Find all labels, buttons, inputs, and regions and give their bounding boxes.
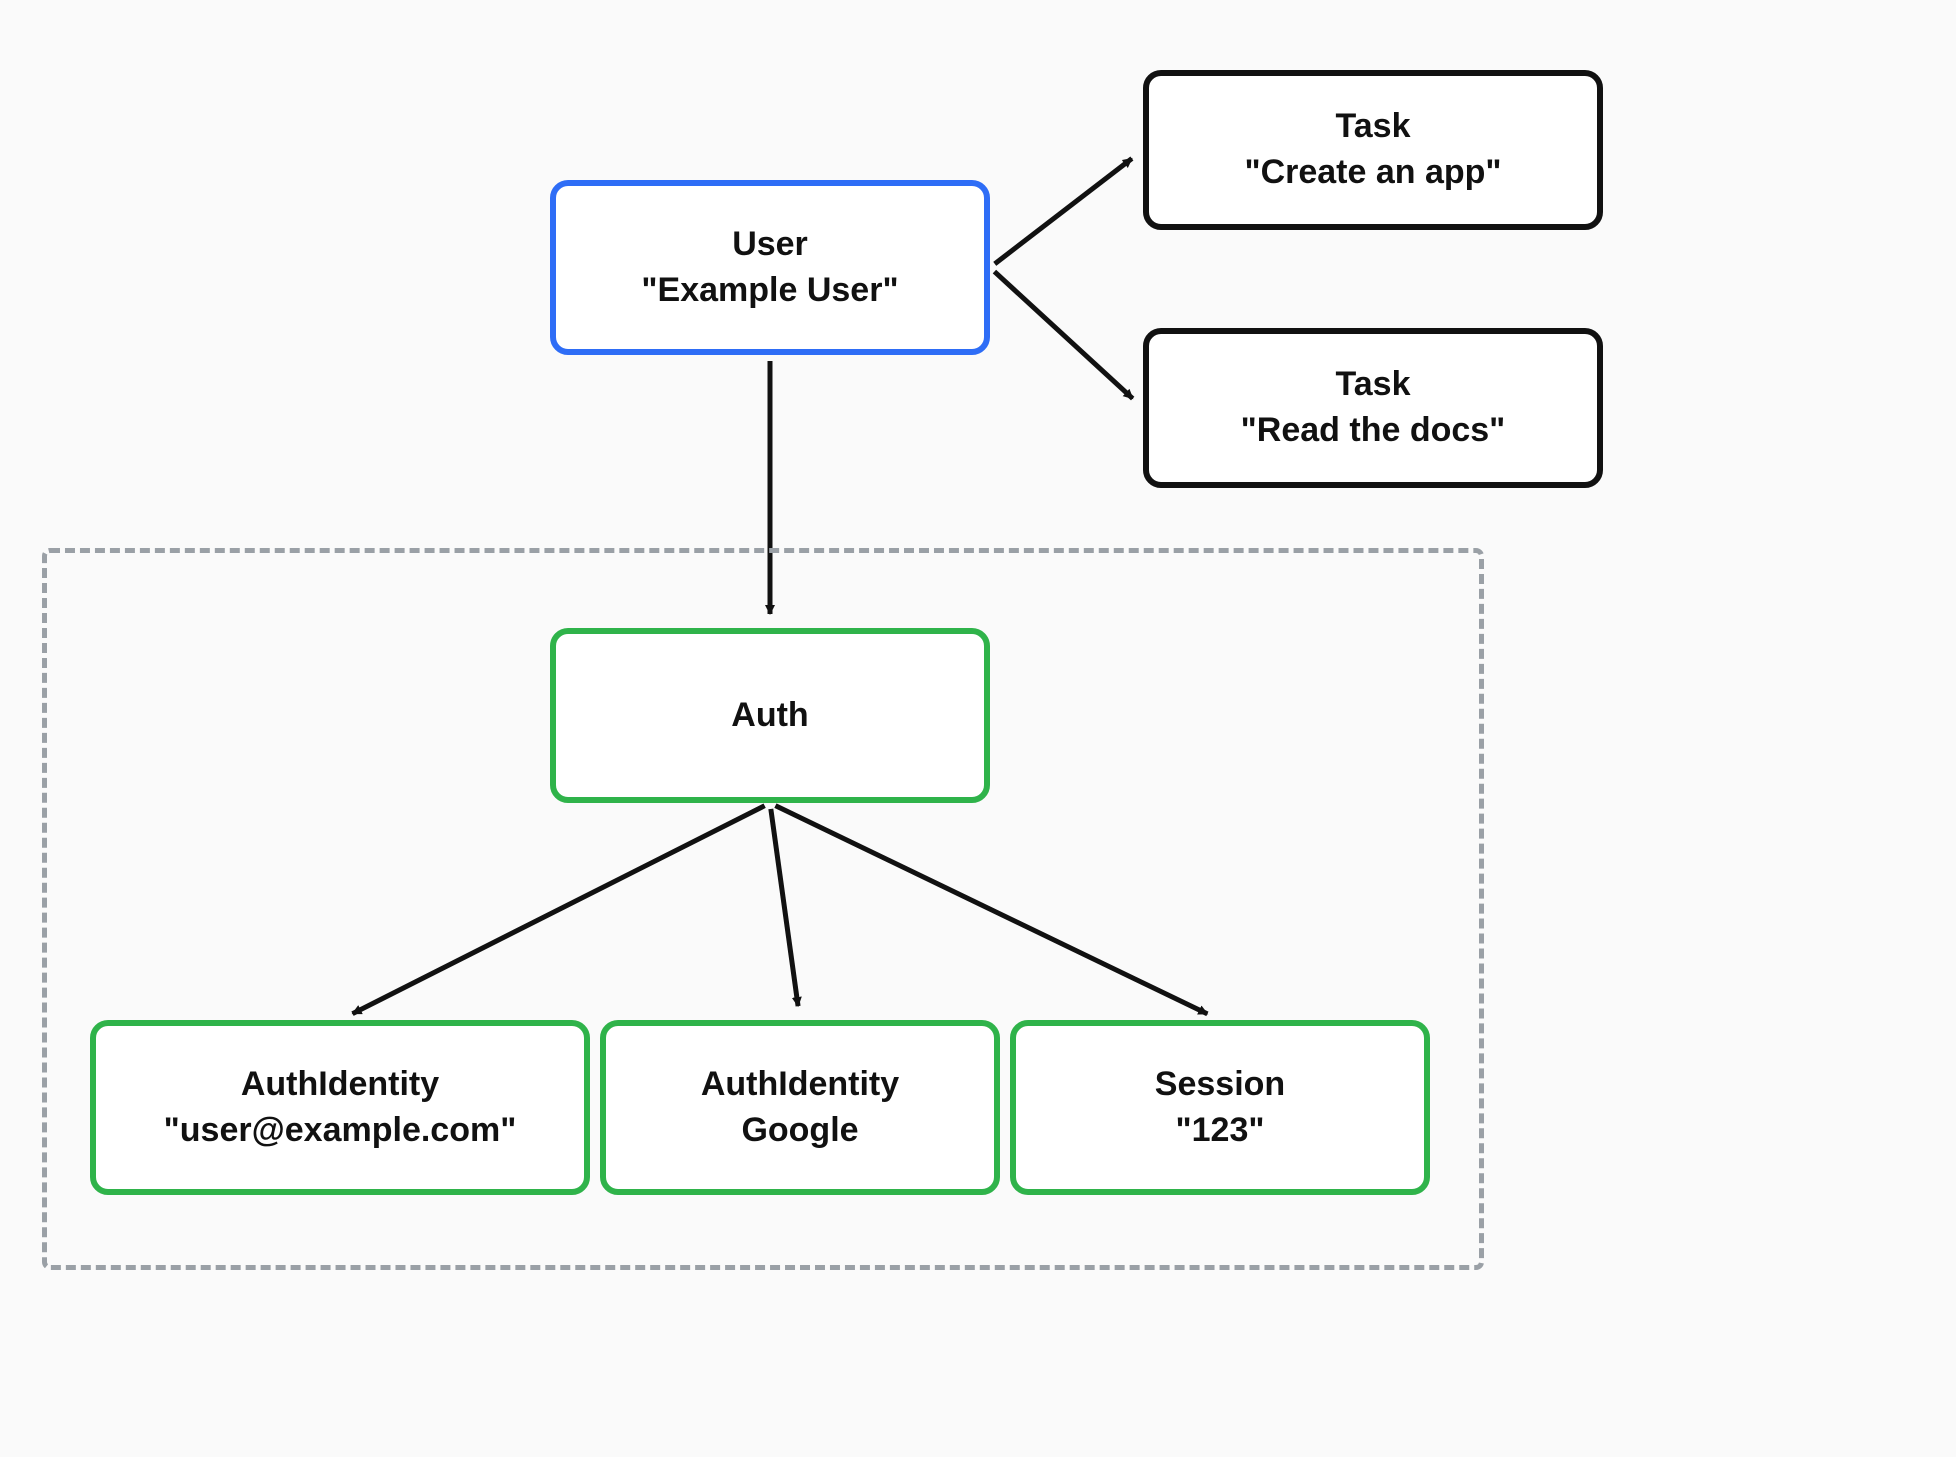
node-auth-identity-google: AuthIdentity Google	[600, 1020, 1000, 1195]
edge-user-to-task1	[995, 159, 1132, 264]
node-task1-sub: "Create an app"	[1244, 150, 1501, 196]
node-user-title: User	[732, 222, 808, 268]
node-id-google-sub: Google	[741, 1108, 858, 1154]
node-task1-title: Task	[1336, 104, 1411, 150]
node-task-read-docs: Task "Read the docs"	[1143, 328, 1603, 488]
node-task2-sub: "Read the docs"	[1241, 408, 1506, 454]
node-auth-title: Auth	[731, 693, 808, 739]
node-session: Session "123"	[1010, 1020, 1430, 1195]
node-task-create-app: Task "Create an app"	[1143, 70, 1603, 230]
node-id-google-title: AuthIdentity	[701, 1062, 899, 1108]
node-id-email-sub: "user@example.com"	[164, 1108, 517, 1154]
node-auth: Auth	[550, 628, 990, 803]
node-user: User "Example User"	[550, 180, 990, 355]
node-session-sub: "123"	[1176, 1108, 1265, 1154]
node-user-sub: "Example User"	[641, 268, 898, 314]
diagram-canvas: User "Example User" Task "Create an app"…	[0, 0, 1956, 1457]
node-session-title: Session	[1155, 1062, 1285, 1108]
node-task2-title: Task	[1336, 362, 1411, 408]
node-auth-identity-email: AuthIdentity "user@example.com"	[90, 1020, 590, 1195]
node-id-email-title: AuthIdentity	[241, 1062, 439, 1108]
edge-user-to-task2	[994, 272, 1132, 399]
